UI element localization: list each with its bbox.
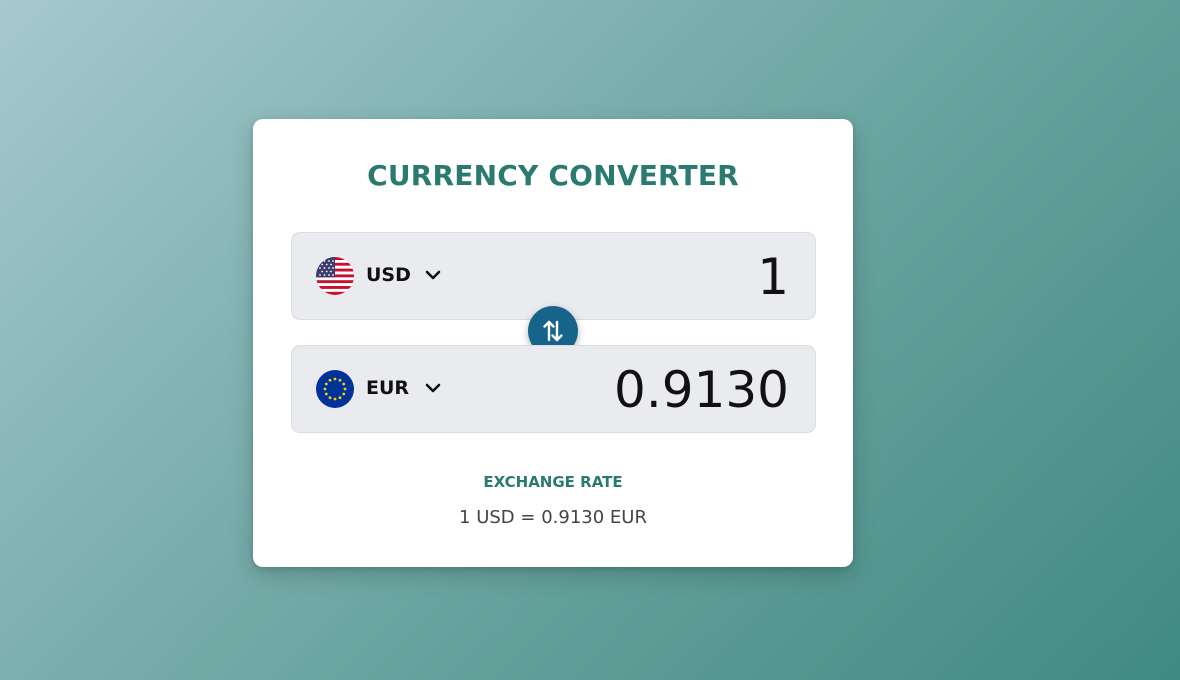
to-currency-code[interactable]: EUR [366, 377, 409, 399]
eu-flag-icon [316, 370, 354, 408]
exchange-rate-value: 1 USD = 0.9130 EUR [459, 507, 647, 528]
swap-arrows-icon [543, 320, 563, 342]
chevron-down-icon[interactable] [424, 379, 442, 397]
exchange-rate-label: EXCHANGE RATE [483, 473, 623, 491]
us-flag-icon [316, 257, 354, 295]
to-currency-row: EUR [291, 345, 816, 433]
page-title: CURRENCY CONVERTER [367, 159, 739, 192]
chevron-down-icon[interactable] [424, 266, 442, 284]
to-amount-input[interactable] [487, 360, 791, 420]
converter-card: CURRENCY CONVERTER USD 1 EUR 0.9130 EXCH… [253, 119, 853, 567]
from-currency-code[interactable]: USD [366, 264, 411, 286]
from-amount-input[interactable] [487, 247, 791, 307]
